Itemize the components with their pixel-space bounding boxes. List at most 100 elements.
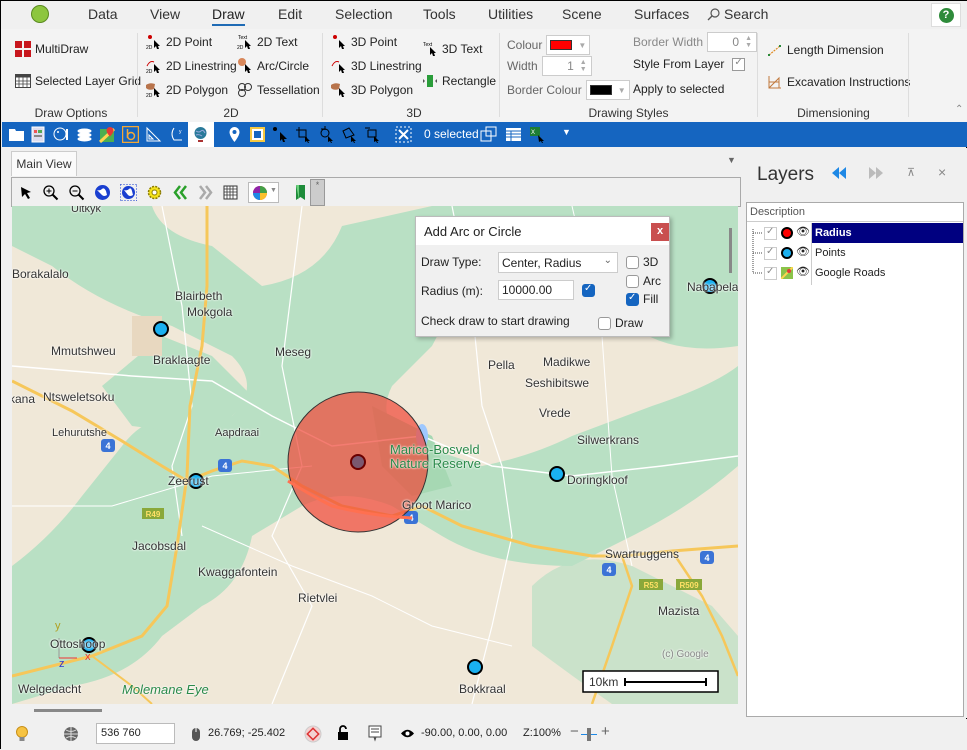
menu-edit[interactable]: Edit: [278, 6, 302, 22]
frame-icon[interactable]: [249, 126, 266, 143]
style-from-layer-checkbox[interactable]: [732, 57, 746, 71]
menu-data[interactable]: Data: [88, 6, 118, 22]
map-horizontal-scrollbar[interactable]: [12, 704, 738, 717]
2d-point-button[interactable]: 2D 2D Point: [146, 34, 212, 50]
coordinate-axes-icon[interactable]: y: [168, 126, 185, 143]
eye-view-icon[interactable]: [400, 728, 415, 739]
menu-utilities[interactable]: Utilities: [488, 6, 533, 22]
select-polygon-icon[interactable]: [341, 126, 358, 143]
lightbulb-icon[interactable]: [15, 726, 29, 743]
length-dimension-button[interactable]: Length Dimension: [767, 42, 884, 58]
zoom-in-icon[interactable]: [42, 184, 59, 201]
border-width-spinner[interactable]: 0 ▲ ▼: [707, 32, 758, 52]
arc-toggle[interactable]: Arc: [626, 274, 661, 288]
toolbar-overflow-icon[interactable]: ▼: [562, 127, 571, 137]
eye-icon[interactable]: 👁: [796, 225, 810, 238]
notes-icon[interactable]: [368, 725, 382, 742]
draw-checkbox[interactable]: [598, 316, 611, 330]
tab-list-dropdown-icon[interactable]: ▼: [727, 155, 736, 165]
menu-scene[interactable]: Scene: [562, 6, 602, 22]
layer-visibility-checkbox[interactable]: [764, 226, 777, 240]
menu-selection[interactable]: Selection: [335, 6, 393, 22]
toolbar-pin-toggle[interactable]: *: [310, 179, 325, 206]
style-palette-icon[interactable]: [53, 126, 70, 143]
crs-projection-icon[interactable]: [304, 725, 322, 743]
dialog-close-button[interactable]: x: [651, 223, 669, 241]
layers-stack-icon[interactable]: [76, 126, 93, 143]
pin-icon[interactable]: ⊼: [907, 166, 915, 179]
tab-main-view[interactable]: Main View: [11, 151, 77, 176]
menu-draw[interactable]: Draw: [212, 6, 245, 26]
radius-input[interactable]: 10000.00: [498, 280, 574, 300]
3d-linestring-button[interactable]: 3D Linestring: [331, 58, 422, 74]
draw-toggle[interactable]: Draw: [598, 316, 643, 330]
layers-column-header[interactable]: Description: [747, 203, 963, 222]
menu-tools[interactable]: Tools: [423, 6, 456, 22]
fill-toggle[interactable]: Fill: [626, 292, 658, 306]
menu-view[interactable]: View: [150, 6, 180, 22]
map-point[interactable]: [153, 321, 169, 337]
help-button[interactable]: ?: [931, 3, 961, 27]
3d-polygon-button[interactable]: 3D Polygon: [331, 82, 413, 98]
colour-picker[interactable]: ▼: [546, 35, 591, 55]
select-circle-icon[interactable]: [318, 126, 335, 143]
bookmark-icon[interactable]: [292, 184, 309, 201]
select-point-icon[interactable]: [272, 126, 289, 143]
next-view-icon[interactable]: [197, 184, 214, 201]
zoom-to-selection-icon[interactable]: [480, 126, 497, 143]
settings-gear-icon[interactable]: [146, 184, 163, 201]
fill-checkbox[interactable]: [626, 292, 639, 306]
theme-dropdown[interactable]: ▼: [248, 182, 279, 203]
style-from-layer-toggle[interactable]: Style From Layer: [633, 57, 746, 71]
pointer-arrow-icon[interactable]: [18, 184, 35, 201]
3d-checkbox[interactable]: [626, 255, 639, 269]
excavation-instructions-button[interactable]: Excavation Instructions: [767, 74, 910, 90]
3d-toggle[interactable]: 3D: [626, 255, 658, 269]
layer-row-google-roads[interactable]: 👁 Google Roads: [747, 263, 963, 283]
dialog-titlebar[interactable]: Add Arc or Circle x: [416, 217, 669, 245]
zoom-slider-thumb[interactable]: [587, 728, 591, 741]
attribute-table-icon[interactable]: [505, 126, 522, 143]
apply-to-selected-button[interactable]: Apply to selected: [633, 82, 724, 96]
measure-angle-icon[interactable]: [145, 126, 162, 143]
select-rectangle-icon[interactable]: [295, 126, 312, 143]
previous-view-icon[interactable]: [172, 184, 189, 201]
layer-row-points[interactable]: 👁 Points: [747, 243, 963, 263]
map-point[interactable]: [467, 659, 483, 675]
tessellation-button[interactable]: Tessellation: [237, 82, 320, 98]
radius-checkbox[interactable]: [582, 283, 595, 297]
africa-logo-icon[interactable]: [31, 5, 49, 23]
globe-button-active[interactable]: [188, 122, 214, 147]
eye-icon[interactable]: 👁: [796, 265, 810, 278]
layer-visibility-checkbox[interactable]: [764, 266, 777, 280]
unlock-icon[interactable]: [337, 725, 349, 741]
expand-right-icon[interactable]: [868, 167, 884, 179]
3d-point-button[interactable]: 3D Point: [331, 34, 397, 50]
deselect-rectangle-icon[interactable]: [364, 126, 381, 143]
map-point[interactable]: [549, 466, 565, 482]
excel-export-icon[interactable]: X: [529, 126, 546, 143]
zoom-out-button[interactable]: −: [570, 723, 579, 740]
collapse-left-icon[interactable]: [831, 167, 847, 179]
scrollbar-thumb[interactable]: [34, 709, 102, 712]
border-colour-picker[interactable]: ▼: [585, 80, 630, 100]
map-vertical-scrollbar-thumb[interactable]: [729, 228, 732, 273]
google-maps-icon[interactable]: [99, 126, 116, 143]
3d-text-button[interactable]: Text 3D Text: [422, 41, 482, 57]
selected-layer-grid-button[interactable]: Selected Layer Grid: [15, 73, 141, 89]
bing-maps-icon[interactable]: [122, 126, 139, 143]
2d-linestring-button[interactable]: 2D 2D Linestring: [146, 58, 237, 74]
map-pin-icon[interactable]: [226, 126, 243, 143]
zoom-out-icon[interactable]: [68, 184, 85, 201]
2d-polygon-button[interactable]: 2D 2D Polygon: [146, 82, 228, 98]
layer-row-radius[interactable]: 👁 Radius: [747, 223, 963, 243]
menu-surfaces[interactable]: Surfaces: [634, 6, 689, 22]
grid-toggle-icon[interactable]: [222, 184, 239, 201]
search-button[interactable]: Search: [707, 6, 768, 22]
scale-combobox[interactable]: 536 760: [96, 723, 175, 744]
zoom-extents-globe-icon[interactable]: [94, 184, 111, 201]
zoom-layer-globe-icon[interactable]: [120, 184, 137, 201]
report-icon[interactable]: [30, 126, 47, 143]
arc-circle-button[interactable]: Arc/Circle: [237, 58, 309, 74]
multidraw-button[interactable]: MultiDraw: [15, 41, 88, 57]
